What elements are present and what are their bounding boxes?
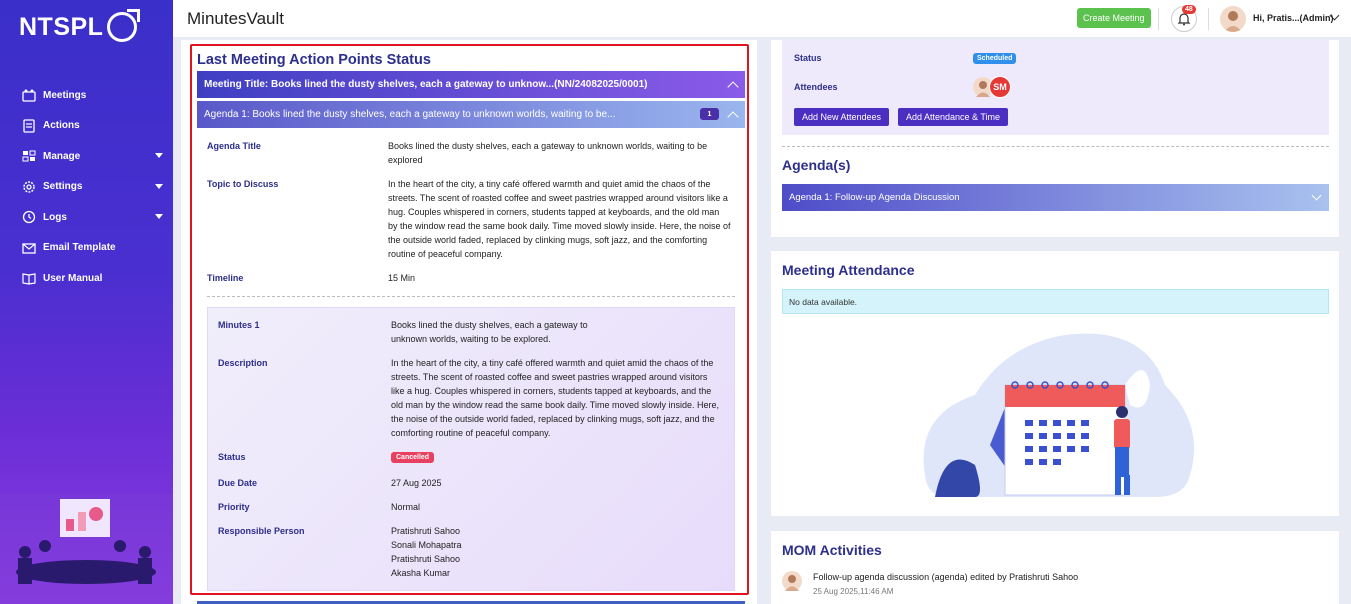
sidebar-item-manage[interactable]: Manage — [0, 141, 173, 172]
notification-count-badge: 48 — [1182, 5, 1196, 14]
actions-icon — [21, 118, 37, 134]
sidebar-item-label: Manage — [43, 150, 81, 162]
header-divider — [1158, 8, 1159, 30]
sidebar-nav: Meetings Actions Manage Settings Logs Em… — [0, 80, 173, 294]
chevron-down-icon — [155, 214, 163, 219]
due-date-value: 27 Aug 2025 — [391, 478, 442, 488]
add-attendance-time-button[interactable]: Add Attendance & Time — [898, 108, 1009, 126]
calendar-illustration — [923, 333, 1195, 497]
section-divider — [207, 296, 735, 297]
chevron-down-icon — [155, 183, 163, 189]
description-label: Description — [218, 358, 268, 368]
meeting-title-accordion[interactable]: Meeting Title: Books lined the dusty she… — [197, 71, 745, 98]
sidebar-item-label: Actions — [43, 120, 80, 132]
user-avatar[interactable] — [1220, 6, 1246, 32]
responsible-person: Sonali Mohapatra — [391, 540, 462, 550]
minutes-panel — [207, 307, 735, 591]
email-icon — [21, 240, 37, 256]
sidebar-item-settings[interactable]: Settings — [0, 172, 173, 203]
meetings-icon — [21, 87, 37, 103]
sidebar-item-logs[interactable]: Logs — [0, 202, 173, 233]
sidebar-item-label: User Manual — [43, 272, 103, 284]
activity-user-avatar — [782, 571, 802, 591]
minutes-value: Books lined the dusty shelves, each a ga… — [391, 320, 588, 344]
logo-text: NTSPL — [19, 12, 104, 41]
user-greeting[interactable]: Hi, Pratis...(Admin) — [1253, 13, 1334, 23]
agendas-section-title: Agenda(s) — [782, 157, 851, 173]
attendee-initials-avatar[interactable]: SM — [989, 76, 1011, 98]
agenda-count-badge: 1 — [700, 108, 719, 120]
create-meeting-button[interactable]: Create Meeting — [1077, 8, 1151, 28]
manual-icon — [21, 270, 37, 286]
minutes-label: Minutes 1 — [218, 320, 260, 330]
top-header: MinutesVault Create Meeting 48 Hi, Prati… — [173, 0, 1351, 37]
add-new-attendees-button[interactable]: Add New Attendees — [794, 108, 890, 126]
agenda-item-accordion[interactable]: Agenda 1: Follow-up Agenda Discussion — [782, 184, 1329, 211]
agenda-title-value: Books lined the dusty shelves, each a ga… — [388, 141, 708, 165]
sidebar-item-email-template[interactable]: Email Template — [0, 233, 173, 264]
sidebar: NTSPL Meetings Actions Manage Settings L… — [0, 0, 173, 604]
action-points-title: Last Meeting Action Points Status — [197, 52, 431, 68]
responsible-person: Pratishruti Sahoo — [391, 526, 461, 536]
sidebar-item-meetings[interactable]: Meetings — [0, 80, 173, 111]
due-date-label: Due Date — [218, 478, 258, 488]
activity-timestamp: 25 Aug 2025,11:46 AM — [813, 587, 894, 596]
no-data-alert: No data available. — [782, 289, 1329, 314]
attendees-label: Attendees — [794, 82, 838, 92]
responsible-person: Pratishruti Sahoo — [391, 554, 461, 564]
attendance-title: Meeting Attendance — [782, 262, 915, 278]
sidebar-item-label: Settings — [43, 181, 83, 193]
app-logo[interactable]: NTSPL — [19, 9, 141, 42]
sidebar-item-label: Logs — [43, 211, 67, 223]
mom-title: MOM Activities — [782, 542, 882, 558]
section-divider — [782, 146, 1329, 147]
scheduled-badge: Scheduled — [973, 53, 1017, 64]
chevron-up-icon[interactable] — [727, 111, 739, 123]
activity-text: Follow-up agenda discussion (agenda) edi… — [813, 572, 1079, 582]
priority-label: Priority — [218, 502, 250, 512]
responsible-person: Akasha Kumar — [391, 568, 451, 578]
meeting-status-label: Status — [794, 53, 822, 63]
sidebar-item-actions[interactable]: Actions — [0, 111, 173, 142]
settings-icon — [21, 179, 37, 195]
sidebar-item-label: Meetings — [43, 89, 87, 101]
agenda-item-text: Agenda 1: Follow-up Agenda Discussion — [789, 192, 960, 203]
header-divider — [1208, 8, 1209, 30]
meeting-illustration — [0, 494, 173, 604]
status-label: Status — [218, 452, 246, 462]
description-value: In the heart of the city, a tiny café of… — [391, 358, 719, 438]
chevron-down-icon — [155, 153, 163, 158]
app-title: MinutesVault — [187, 9, 285, 28]
meeting-title-text: Meeting Title: Books lined the dusty she… — [204, 79, 648, 90]
priority-value: Normal — [391, 502, 421, 512]
timeline-label: Timeline — [207, 273, 244, 283]
manage-icon — [21, 148, 37, 164]
sidebar-item-label: Email Template — [43, 242, 116, 254]
logo-mark-icon — [107, 9, 141, 42]
agenda-title-text: Agenda 1: Books lined the dusty shelves,… — [204, 109, 616, 120]
logs-icon — [21, 209, 37, 225]
topic-label: Topic to Discuss — [207, 179, 279, 189]
topic-value: In the heart of the city, a tiny café of… — [388, 179, 731, 259]
agenda-accordion[interactable]: Agenda 1: Books lined the dusty shelves,… — [197, 101, 745, 128]
chevron-down-icon[interactable] — [1311, 190, 1322, 201]
agenda-title-label: Agenda Title — [207, 141, 261, 151]
timeline-value: 15 Min — [388, 273, 416, 283]
no-data-text: No data available. — [789, 296, 858, 307]
sidebar-item-user-manual[interactable]: User Manual — [0, 263, 173, 294]
status-badge: Cancelled — [391, 452, 435, 463]
responsible-label: Responsible Person — [218, 526, 305, 536]
chevron-up-icon[interactable] — [727, 81, 739, 93]
